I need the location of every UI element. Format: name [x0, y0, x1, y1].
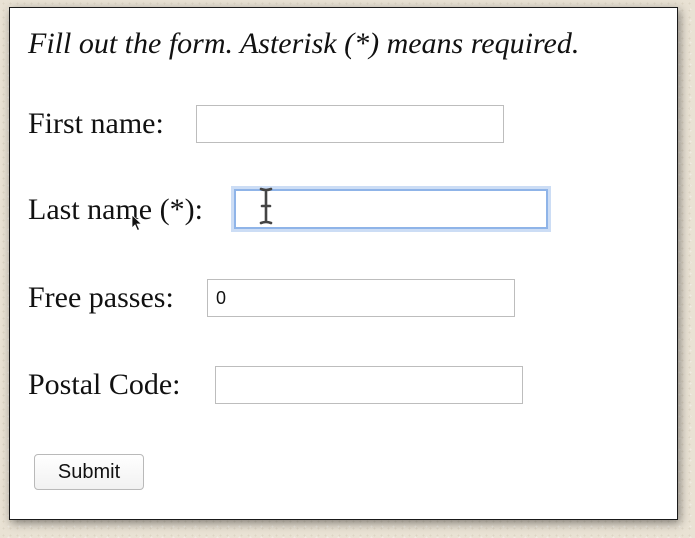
form-panel: Fill out the form. Asterisk (*) means re…: [9, 7, 678, 520]
first-name-input[interactable]: [196, 105, 504, 143]
postal-code-label: Postal Code:: [28, 368, 181, 401]
postal-code-input[interactable]: [215, 366, 523, 404]
first-name-label: First name:: [28, 107, 164, 140]
free-passes-input[interactable]: [207, 279, 515, 317]
free-passes-label: Free passes:: [28, 281, 174, 314]
submit-button[interactable]: Submit: [34, 454, 144, 490]
last-name-input[interactable]: [234, 189, 548, 229]
text-cursor-icon: [259, 187, 273, 225]
form-instructions: Fill out the form. Asterisk (*) means re…: [28, 27, 580, 60]
arrow-cursor-icon: [131, 214, 143, 232]
last-name-label: Last name (*):: [28, 193, 203, 226]
